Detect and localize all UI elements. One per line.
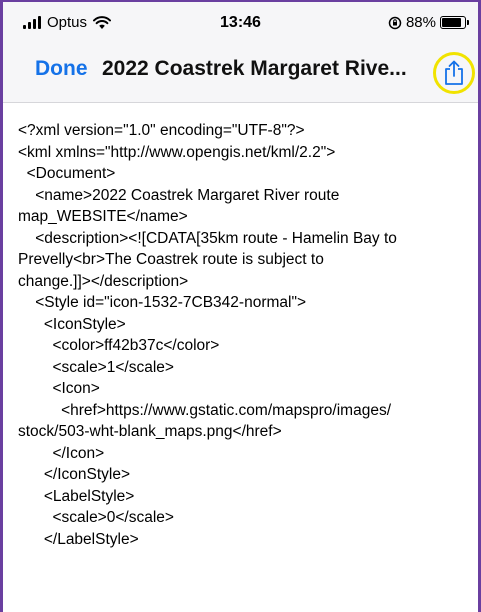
code-line: </LabelStyle> (18, 530, 139, 548)
code-line: stock/503-wht-blank_maps.png</href> (18, 423, 282, 440)
code-line: </Icon> (18, 444, 105, 462)
code-line: map_WEBSITE</name> (18, 208, 188, 225)
done-button[interactable]: Done (35, 57, 88, 81)
battery-percent: 88% (405, 14, 436, 31)
code-line: <IconStyle> (18, 315, 126, 333)
code-line: <Document> (18, 165, 116, 182)
code-line: <Icon> (18, 380, 100, 397)
orientation-lock-icon (388, 16, 402, 29)
code-line: <name>2022 Coastrek Margaret River route (18, 186, 340, 204)
code-line: <kml xmlns="http://www.opengis.net/kml/2… (18, 143, 336, 161)
battery-icon (440, 16, 469, 29)
share-button[interactable] (433, 52, 475, 94)
document-title: 2022 Coastrek Margaret Rive... (102, 57, 407, 80)
code-line: <scale>0</scale> (18, 509, 174, 526)
code-line: <description><![CDATA[35km route - Hamel… (18, 229, 397, 247)
kml-source-text: <?xml version="1.0" encoding="UTF-8"?> <k… (18, 120, 473, 550)
navigation-bar: Done 2022 Coastrek Margaret Rive... (3, 42, 478, 103)
code-line: <LabelStyle> (18, 487, 135, 505)
code-line: <Style id="icon-1532-7CB342-normal"> (18, 294, 307, 311)
code-line: <href>https://www.gstatic.com/mapspro/im… (18, 401, 392, 419)
battery-fill (442, 18, 462, 27)
status-bar: Optus 13:46 88% (3, 2, 478, 42)
code-line: <color>ff42b37c</color> (18, 337, 220, 354)
screen-frame: Optus 13:46 88% Done 2022 Coastrek Marga… (0, 0, 481, 612)
code-line: change.]]></description> (18, 272, 189, 290)
code-line: <scale>1</scale> (18, 358, 174, 376)
code-line: <?xml version="1.0" encoding="UTF-8"?> (18, 122, 305, 139)
share-icon (445, 60, 463, 85)
code-line: Prevelly<br>The Coastrek route is subjec… (18, 251, 324, 268)
status-right: 88% (388, 14, 469, 31)
code-line: </IconStyle> (18, 466, 131, 483)
